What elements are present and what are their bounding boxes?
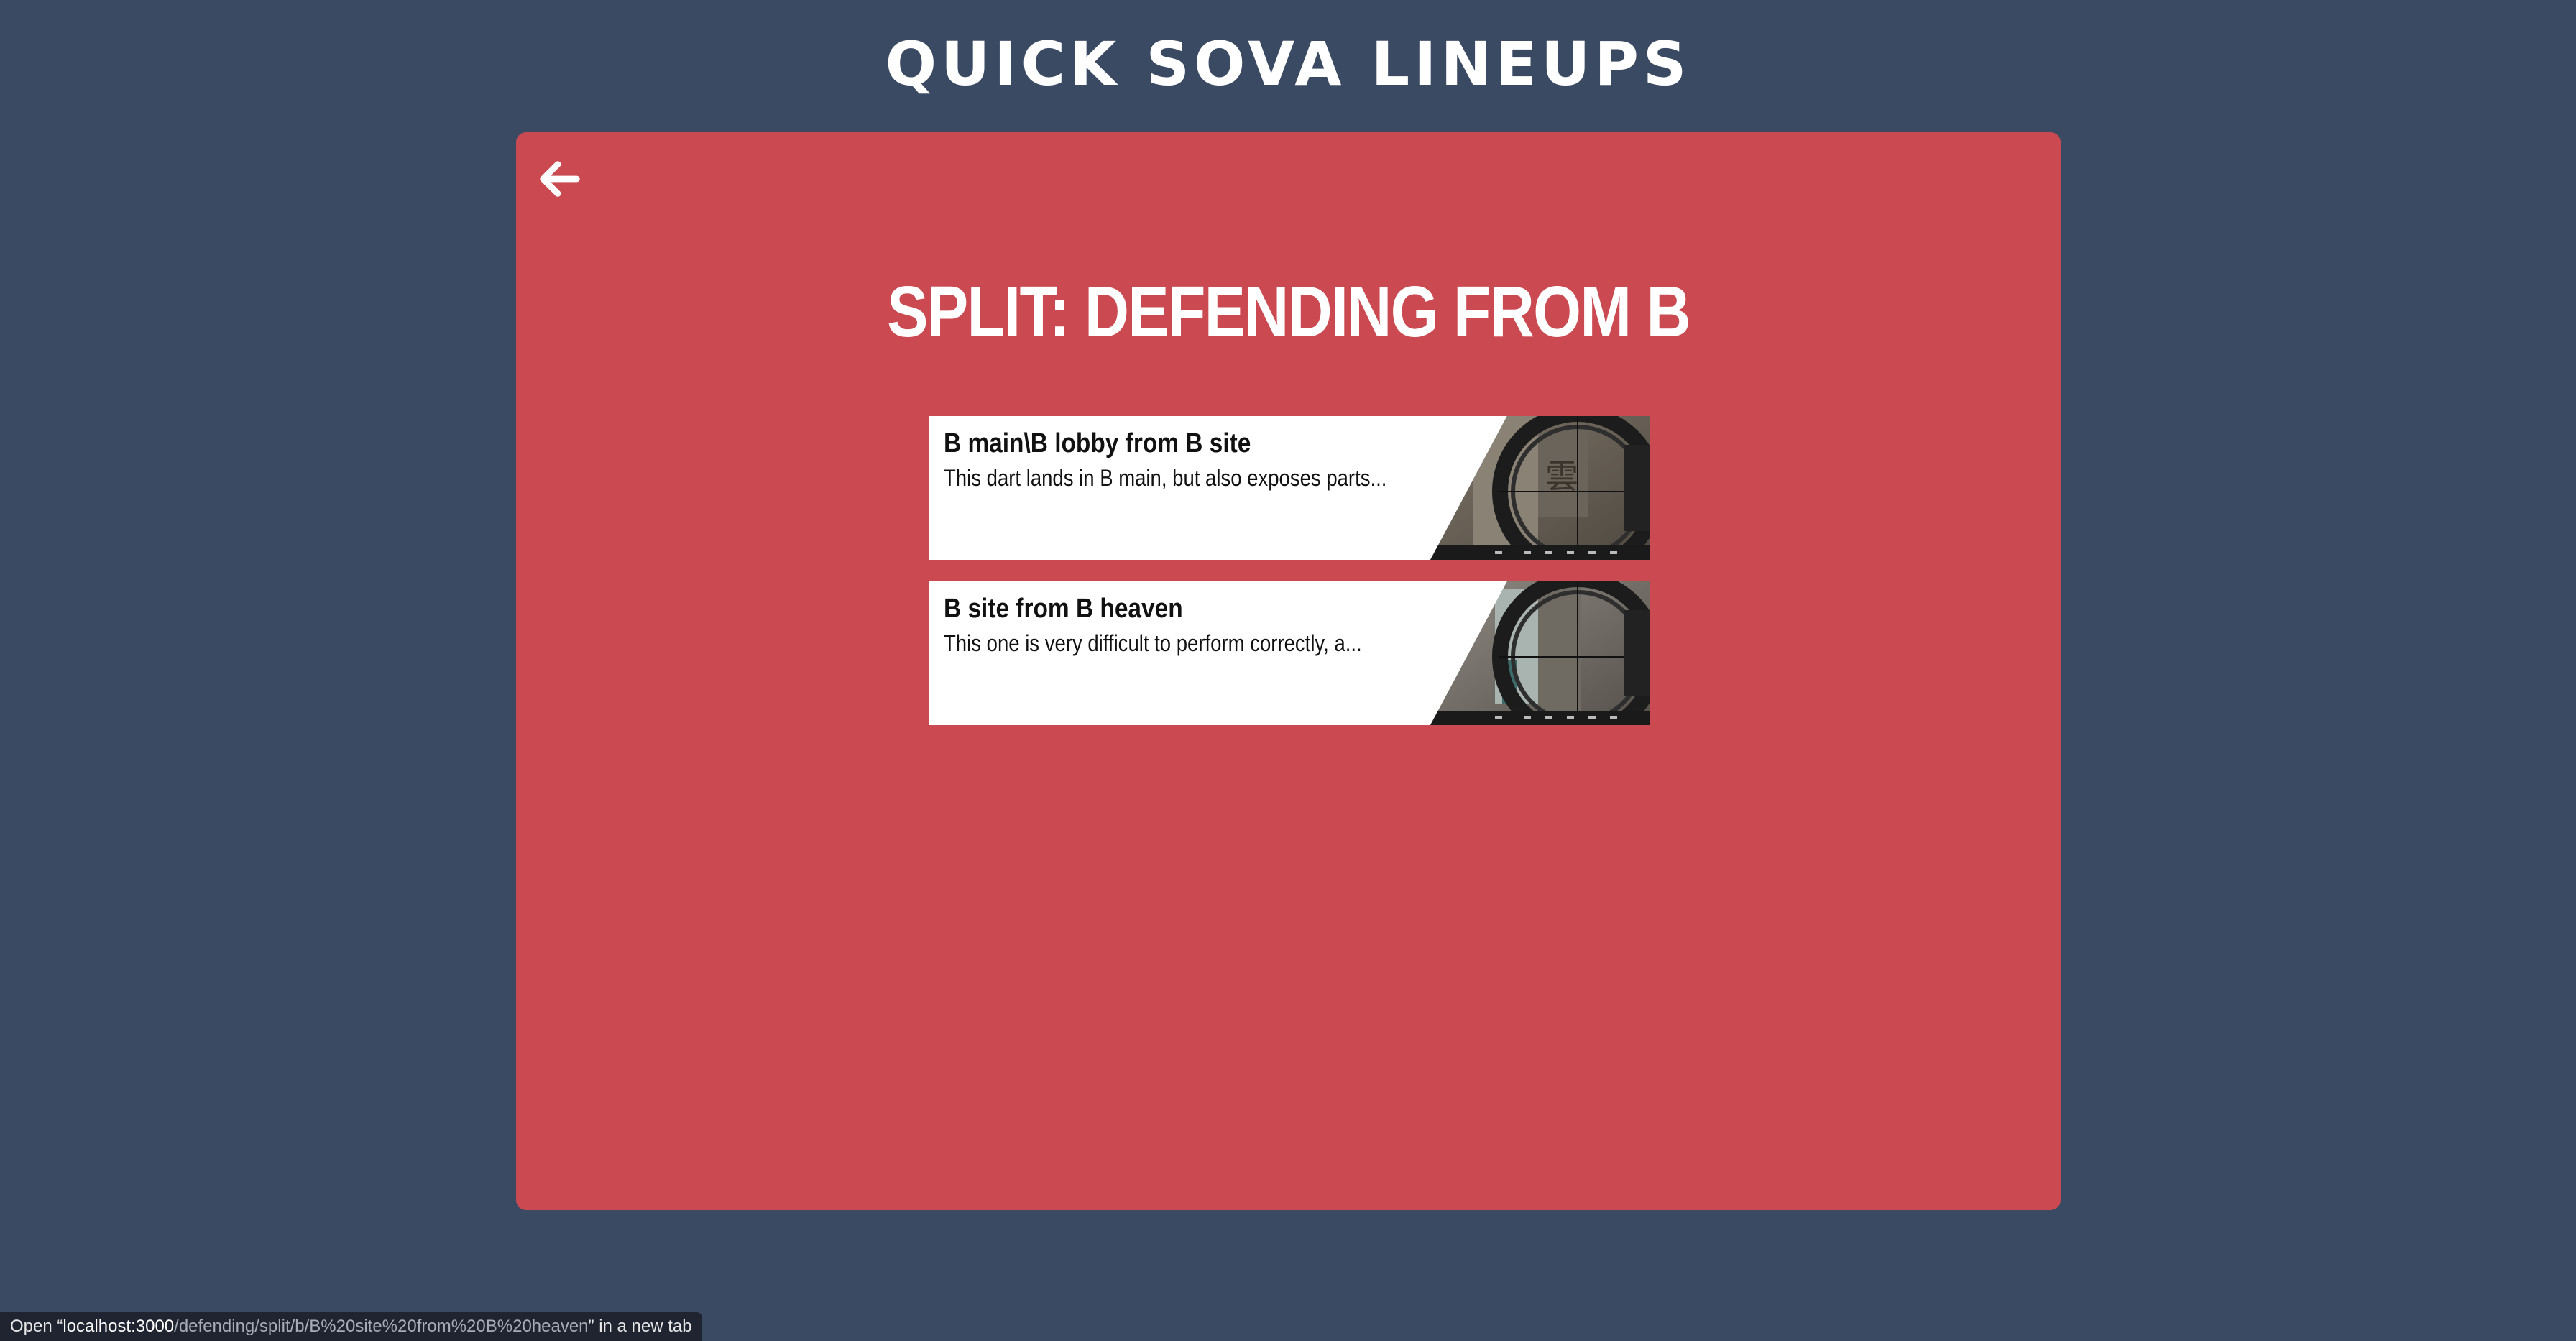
lineup-card-text: B main\B lobby from B site This dart lan… bbox=[944, 426, 1432, 492]
lineup-card[interactable]: B main\B lobby from B site This dart lan… bbox=[929, 416, 1650, 560]
link-preview-status-bar: Open “localhost:3000/defending/split/b/B… bbox=[0, 1312, 702, 1341]
lineup-card-text: B site from B heaven This one is very di… bbox=[944, 591, 1432, 658]
lineup-card[interactable]: B site from B heaven This one is very di… bbox=[929, 581, 1650, 725]
lineup-thumbnail-image: 雲 bbox=[1430, 416, 1650, 560]
status-host: localhost:3000 bbox=[63, 1317, 175, 1336]
status-path: /defending/split/b/B%20site%20from%20B%2… bbox=[174, 1317, 589, 1336]
back-button[interactable] bbox=[535, 154, 585, 204]
app-logo[interactable]: QUICK SOVA LINEUPS bbox=[0, 32, 2576, 96]
lineup-thumbnail-image bbox=[1430, 581, 1650, 725]
lineup-card-title: B main\B lobby from B site bbox=[944, 428, 1251, 458]
lineup-card-description: This dart lands in B main, but also expo… bbox=[944, 465, 1387, 491]
lineup-card-description: This one is very difficult to perform co… bbox=[944, 630, 1362, 656]
status-prefix: Open “ bbox=[10, 1317, 63, 1336]
svg-text:雲: 雲 bbox=[1545, 457, 1578, 496]
page-title: SPLIT: DEFENDING FROM B bbox=[887, 272, 1690, 352]
lineup-panel: SPLIT: DEFENDING FROM B B main\B lobby f… bbox=[516, 132, 2061, 1210]
arrow-left-icon bbox=[540, 161, 580, 197]
lineup-card-title: B site from B heaven bbox=[944, 594, 1183, 624]
lineup-list: B main\B lobby from B site This dart lan… bbox=[929, 416, 1650, 747]
status-suffix: ” in a new tab bbox=[588, 1317, 692, 1336]
